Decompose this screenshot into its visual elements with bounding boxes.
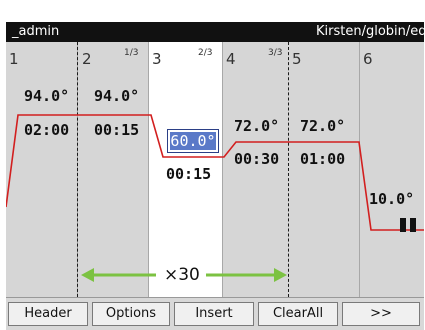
step6-temperature[interactable]: 10.0° (369, 190, 414, 208)
program-editor[interactable]: 1 2 1/3 3 2/3 4 3/3 5 6 94.0° 02:00 94.0… (6, 42, 424, 297)
pause-icon (400, 218, 418, 232)
clear-all-button[interactable]: ClearAll (258, 302, 338, 326)
step2-hold-time[interactable]: 00:15 (94, 121, 139, 139)
step5-temperature[interactable]: 72.0° (300, 117, 345, 135)
temperature-profile-graph (6, 114, 424, 282)
bottom-toolbar: Header Options Insert ClearAll >> (6, 297, 424, 330)
more-button[interactable]: >> (342, 302, 420, 326)
program-path: Kirsten/globin/edit (316, 24, 424, 39)
cycle-count-label[interactable]: ×30 (164, 265, 200, 285)
step2-temperature[interactable]: 94.0° (94, 87, 139, 105)
insert-button[interactable]: Insert (174, 302, 254, 326)
step5-hold-time[interactable]: 01:00 (300, 150, 345, 168)
step3-temperature-value: 60.0° (170, 132, 216, 150)
step1-hold-time[interactable]: 02:00 (24, 121, 69, 139)
step4-hold-time[interactable]: 00:30 (234, 150, 279, 168)
step3-hold-time[interactable]: 00:15 (166, 165, 211, 183)
user-label: _admin (12, 24, 60, 39)
step4-temperature[interactable]: 72.0° (234, 117, 279, 135)
step3-temperature-input[interactable]: 60.0° (167, 129, 219, 153)
options-button[interactable]: Options (92, 302, 170, 326)
header-button[interactable]: Header (8, 302, 88, 326)
step1-temperature[interactable]: 94.0° (24, 87, 69, 105)
title-bar: _admin Kirsten/globin/edit (6, 22, 424, 42)
